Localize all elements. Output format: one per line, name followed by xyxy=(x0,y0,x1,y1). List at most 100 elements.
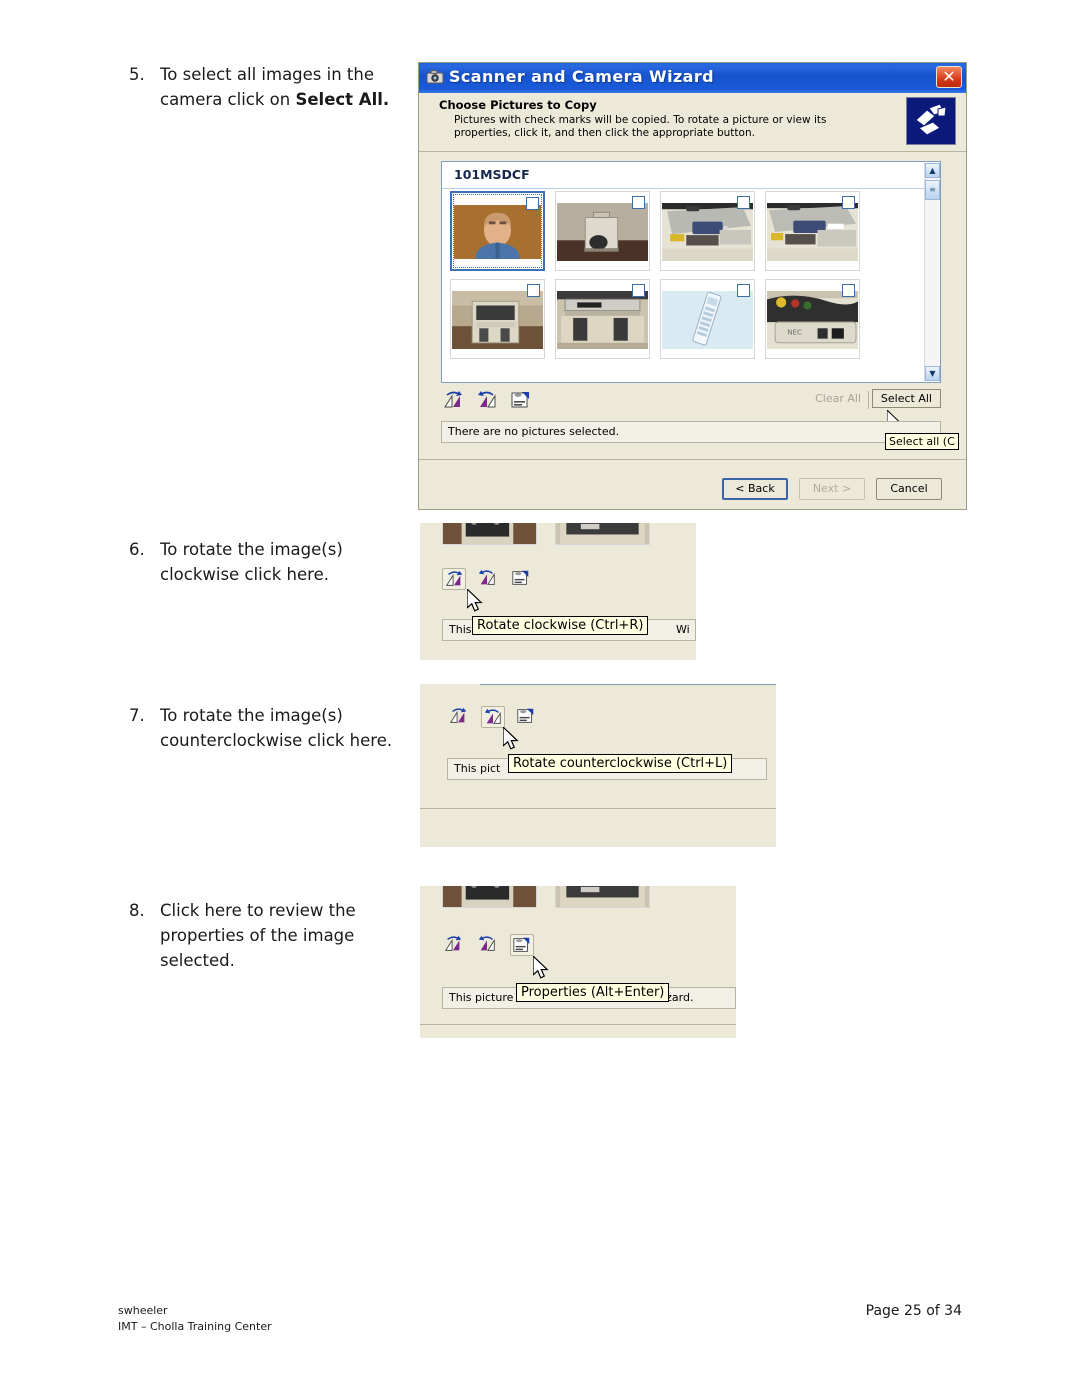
clip7-status-text: This pict xyxy=(454,762,501,775)
thumbnail-checkbox[interactable] xyxy=(632,284,645,297)
scanner-camera-banner-icon xyxy=(906,97,956,145)
thumbnail-image-av-cart-front xyxy=(443,886,536,907)
thumbnail-item[interactable] xyxy=(660,191,755,271)
thumbnail-image-av-cart-front xyxy=(443,523,536,544)
clip-step-6: This Wi Rotate clockwise (Ctrl+R) xyxy=(420,523,696,660)
thumbnail-item[interactable] xyxy=(660,279,755,359)
rotate-counterclockwise-tooltip: Rotate counterclockwise (Ctrl+L) xyxy=(508,754,733,773)
toolbar-divider xyxy=(868,391,869,409)
thumbnail-image-av-cart-equipment xyxy=(556,523,649,544)
camera-icon xyxy=(426,69,444,85)
wizard-titlebar[interactable]: Scanner and Camera Wizard ✕ xyxy=(419,63,966,93)
thumbnail-row-2: NEC xyxy=(450,279,915,359)
scroll-down-icon[interactable]: ▼ xyxy=(925,366,940,381)
clip6-thumb-2 xyxy=(555,523,650,545)
thumbnail-checkbox[interactable] xyxy=(842,284,855,297)
properties-icon[interactable] xyxy=(510,568,534,590)
thumbnail-checkbox[interactable] xyxy=(632,196,645,209)
clip6-thumb-1 xyxy=(442,523,537,545)
wizard-button-row: < Back Next > Cancel xyxy=(419,478,966,508)
status-bar: There are no pictures selected. xyxy=(441,421,941,443)
thumbnail-checkbox[interactable] xyxy=(526,197,539,210)
thumbnail-item[interactable] xyxy=(555,279,650,359)
thumbnail-image-projector-closeup-1 xyxy=(662,203,753,261)
step-8-number: 8. xyxy=(129,901,145,920)
clip6-toolbar xyxy=(442,568,534,590)
wizard-header-heading: Choose Pictures to Copy xyxy=(439,98,597,112)
thumbnail-image-projector-cart xyxy=(557,203,648,261)
clip-step-7: This pict Rotate counterclockwise (Ctrl+… xyxy=(420,684,776,847)
select-all-button[interactable]: Select All xyxy=(871,389,941,408)
thumbnail-item[interactable]: NEC xyxy=(765,279,860,359)
properties-icon[interactable] xyxy=(509,389,533,411)
properties-icon[interactable] xyxy=(515,706,539,728)
wizard-separator xyxy=(419,459,966,460)
clip6-thumb-strip xyxy=(442,523,650,545)
step-5-number: 5. xyxy=(129,65,145,84)
clip6-status-left: This xyxy=(449,623,472,636)
thumbnail-row-1 xyxy=(450,191,915,271)
thumbnail-checkbox[interactable] xyxy=(737,284,750,297)
thumbnail-image-nec-projector-cables: NEC xyxy=(767,291,858,349)
thumbnail-item[interactable] xyxy=(555,191,650,271)
thumbnail-checkbox[interactable] xyxy=(527,284,540,297)
clip8-thumb-strip xyxy=(442,886,650,908)
scroll-up-icon[interactable]: ▲ xyxy=(925,163,940,178)
step-7-text: To rotate the image(s) counterclockwise … xyxy=(160,706,393,750)
step-6-text: To rotate the image(s) clockwise click h… xyxy=(160,540,343,584)
step-7-number: 7. xyxy=(129,706,145,725)
footer-org: IMT – Cholla Training Center xyxy=(118,1320,272,1333)
wizard-header: Choose Pictures to Copy Pictures with ch… xyxy=(419,93,966,152)
thumbnail-checkbox[interactable] xyxy=(737,196,750,209)
footer-author: swheeler xyxy=(118,1304,168,1317)
clip7-pane-edge xyxy=(480,684,776,685)
properties-tooltip: Properties (Alt+Enter) xyxy=(516,983,670,1002)
scrollbar-thumb[interactable]: ≡ xyxy=(925,180,940,200)
rotate-clockwise-icon[interactable] xyxy=(447,706,471,728)
rotate-clockwise-icon[interactable] xyxy=(442,568,466,590)
thumbnail-image-portrait xyxy=(454,205,541,259)
thumbnail-item[interactable] xyxy=(450,191,545,271)
svg-text:NEC: NEC xyxy=(787,327,802,336)
document-page: 5. To select all images in the camera cl… xyxy=(0,0,1080,1397)
thumbnail-checkbox[interactable] xyxy=(842,196,855,209)
rotate-counterclockwise-icon[interactable] xyxy=(475,389,499,411)
thumbnail-grid: NEC xyxy=(450,191,915,367)
thumbnail-item[interactable] xyxy=(450,279,545,359)
clip7-separator xyxy=(420,808,776,809)
folder-header: 101MSDCF xyxy=(442,162,940,189)
clip8-toolbar xyxy=(442,934,534,956)
cancel-button[interactable]: Cancel xyxy=(876,478,942,500)
back-button[interactable]: < Back xyxy=(722,478,788,500)
rotate-counterclockwise-icon[interactable] xyxy=(476,934,500,956)
thumbnail-image-av-cart-equipment xyxy=(557,291,648,349)
thumbnail-image-av-cart-equipment xyxy=(556,886,649,907)
rotate-clockwise-icon[interactable] xyxy=(441,389,465,411)
clip8-separator xyxy=(420,1024,736,1025)
rotate-clockwise-icon[interactable] xyxy=(442,934,466,956)
thumbnail-item[interactable] xyxy=(765,191,860,271)
clear-all-button: Clear All xyxy=(815,392,861,405)
clip7-toolbar xyxy=(447,706,539,728)
close-icon[interactable]: ✕ xyxy=(936,66,962,88)
clip8-thumb-2 xyxy=(555,886,650,908)
step-5-text-bold: Select All. xyxy=(295,90,390,109)
step-8-text: Click here to review the properties of t… xyxy=(160,901,356,970)
picture-list-pane[interactable]: 101MSDCF NEC ▲ ≡ ▼ xyxy=(441,161,941,383)
rotate-counterclockwise-icon[interactable] xyxy=(476,568,500,590)
properties-icon[interactable] xyxy=(510,934,534,956)
step-5-text: To select all images in the camera click… xyxy=(160,62,410,112)
footer-left: swheeler IMT – Cholla Training Center xyxy=(118,1303,272,1335)
folder-name: 101MSDCF xyxy=(454,167,530,182)
clip-step-8: This picture cannot be rotated in the wi… xyxy=(420,886,736,1038)
picture-pane-scrollbar[interactable]: ▲ ≡ ▼ xyxy=(924,163,940,381)
clip8-thumb-1 xyxy=(442,886,537,908)
thumbnail-image-remote-control xyxy=(662,291,753,349)
footer-page-number: Page 25 of 34 xyxy=(865,1303,962,1319)
status-text: There are no pictures selected. xyxy=(448,425,620,438)
rotate-counterclockwise-icon[interactable] xyxy=(481,706,505,728)
page-footer: swheeler IMT – Cholla Training Center Pa… xyxy=(118,1303,962,1343)
next-button: Next > xyxy=(799,478,865,500)
rotate-clockwise-tooltip: Rotate clockwise (Ctrl+R) xyxy=(472,616,649,635)
clip6-status-right: Wi xyxy=(676,623,690,636)
